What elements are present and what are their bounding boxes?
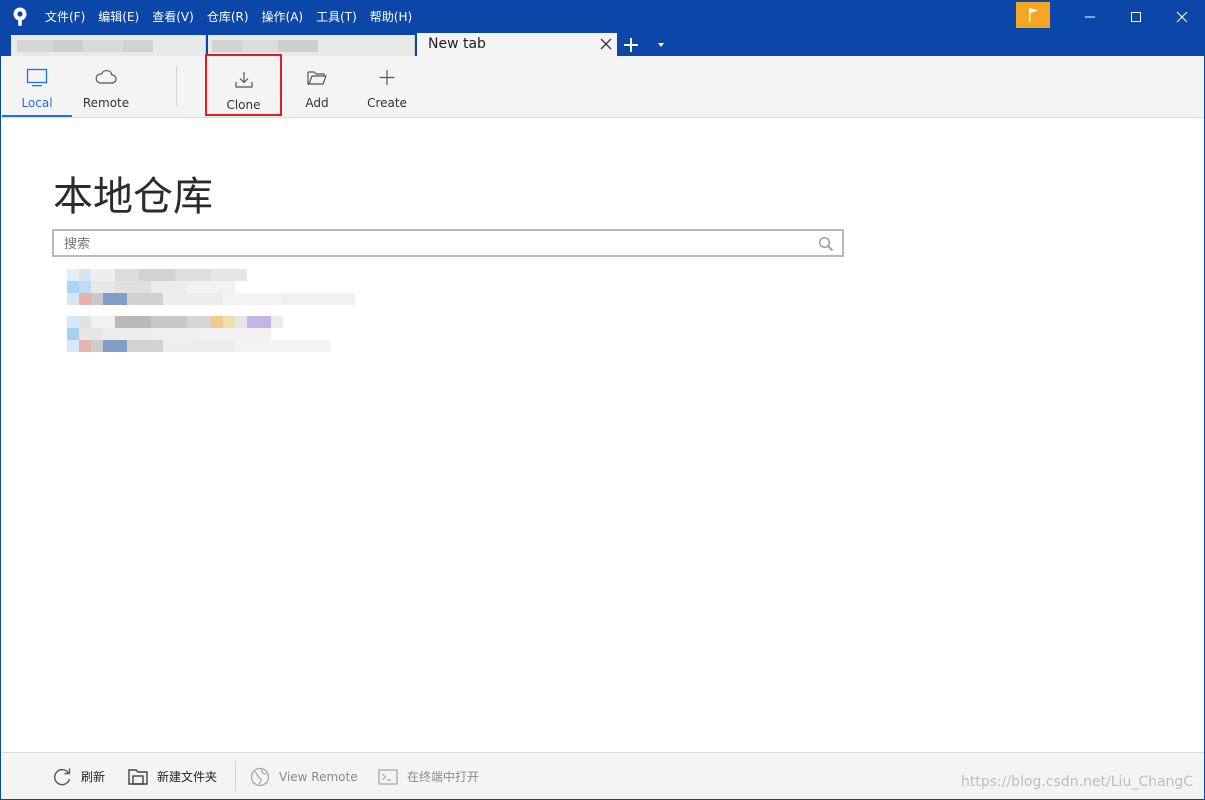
add-button[interactable]: Add <box>283 56 351 117</box>
menu-repository[interactable]: 仓库(R) <box>207 1 249 33</box>
chevron-down-icon[interactable] <box>655 41 667 49</box>
open-terminal-button[interactable]: 在终端中打开 <box>377 753 479 800</box>
toolbar: Local Remote Clone Add Create <box>1 54 1204 118</box>
create-label: Create <box>367 96 407 110</box>
tab-strip: New tab <box>1 33 1204 56</box>
remote-label: Remote <box>82 96 130 110</box>
monitor-icon <box>26 68 48 87</box>
open-terminal-label: 在终端中打开 <box>407 770 480 784</box>
plus-icon <box>379 70 395 85</box>
plus-icon[interactable] <box>623 37 639 53</box>
menu-help[interactable]: 帮助(H) <box>370 1 412 33</box>
close-button[interactable] <box>1159 1 1205 33</box>
new-folder-label: 新建文件夹 <box>157 770 218 784</box>
menu-bar: 文件(F) 编辑(E) 查看(V) 仓库(R) 操作(A) 工具(T) 帮助(H… <box>45 1 425 33</box>
refresh-button[interactable]: 刷新 <box>51 753 105 800</box>
clone-button[interactable]: Clone <box>205 54 282 116</box>
cloud-icon <box>95 69 117 84</box>
tab-new-label: New tab <box>428 36 486 52</box>
globe-icon <box>250 767 270 786</box>
app-window: 文件(F) 编辑(E) 查看(V) 仓库(R) 操作(A) 工具(T) 帮助(H… <box>0 0 1205 800</box>
statusbar-separator <box>235 761 236 791</box>
download-icon <box>234 72 253 88</box>
menu-view[interactable]: 查看(V) <box>152 1 194 33</box>
refresh-icon <box>54 768 71 785</box>
repo-list-item[interactable] <box>67 316 367 356</box>
flag-button[interactable] <box>1016 2 1050 28</box>
maximize-button[interactable] <box>1113 1 1159 33</box>
toolbar-separator <box>176 66 177 106</box>
menu-file[interactable]: 文件(F) <box>45 1 85 33</box>
clone-label: Clone <box>226 98 261 112</box>
new-folder-button[interactable]: 新建文件夹 <box>127 753 217 800</box>
view-remote-button[interactable]: View Remote <box>249 753 358 800</box>
tab-close-icon[interactable] <box>599 37 613 51</box>
remote-tab-button[interactable]: Remote <box>72 56 140 117</box>
tab-blurred-1[interactable] <box>11 35 206 56</box>
search-box[interactable] <box>52 229 844 257</box>
search-icon[interactable] <box>818 236 834 252</box>
create-button[interactable]: Create <box>353 56 421 117</box>
refresh-label: 刷新 <box>81 770 106 784</box>
add-label: Add <box>305 96 329 110</box>
search-input[interactable] <box>64 234 804 254</box>
minimize-button[interactable] <box>1067 1 1113 33</box>
page-title: 本地仓库 <box>53 174 213 220</box>
local-tab-button[interactable]: Local <box>2 56 72 117</box>
tab-blurred-2[interactable] <box>208 35 415 56</box>
tab-new[interactable]: New tab <box>417 33 617 56</box>
menu-edit[interactable]: 编辑(E) <box>98 1 139 33</box>
folder-open-icon <box>307 71 327 85</box>
maximize-icon <box>1131 12 1141 22</box>
view-remote-label: View Remote <box>279 769 358 784</box>
menu-tools[interactable]: 工具(T) <box>316 1 357 33</box>
flag-icon <box>1029 8 1038 22</box>
repo-list-item[interactable] <box>67 269 367 309</box>
menu-actions[interactable]: 操作(A) <box>262 1 304 33</box>
watermark: https://blog.csdn.net/Liu_ChangC <box>961 774 1194 790</box>
local-label: Local <box>21 96 53 110</box>
close-icon <box>1176 11 1188 23</box>
title-bar: 文件(F) 编辑(E) 查看(V) 仓库(R) 操作(A) 工具(T) 帮助(H… <box>1 1 1204 33</box>
new-folder-icon <box>128 768 148 785</box>
minimize-icon <box>1085 16 1095 18</box>
terminal-icon <box>378 768 398 785</box>
sourcetree-logo-icon[interactable] <box>11 7 29 27</box>
